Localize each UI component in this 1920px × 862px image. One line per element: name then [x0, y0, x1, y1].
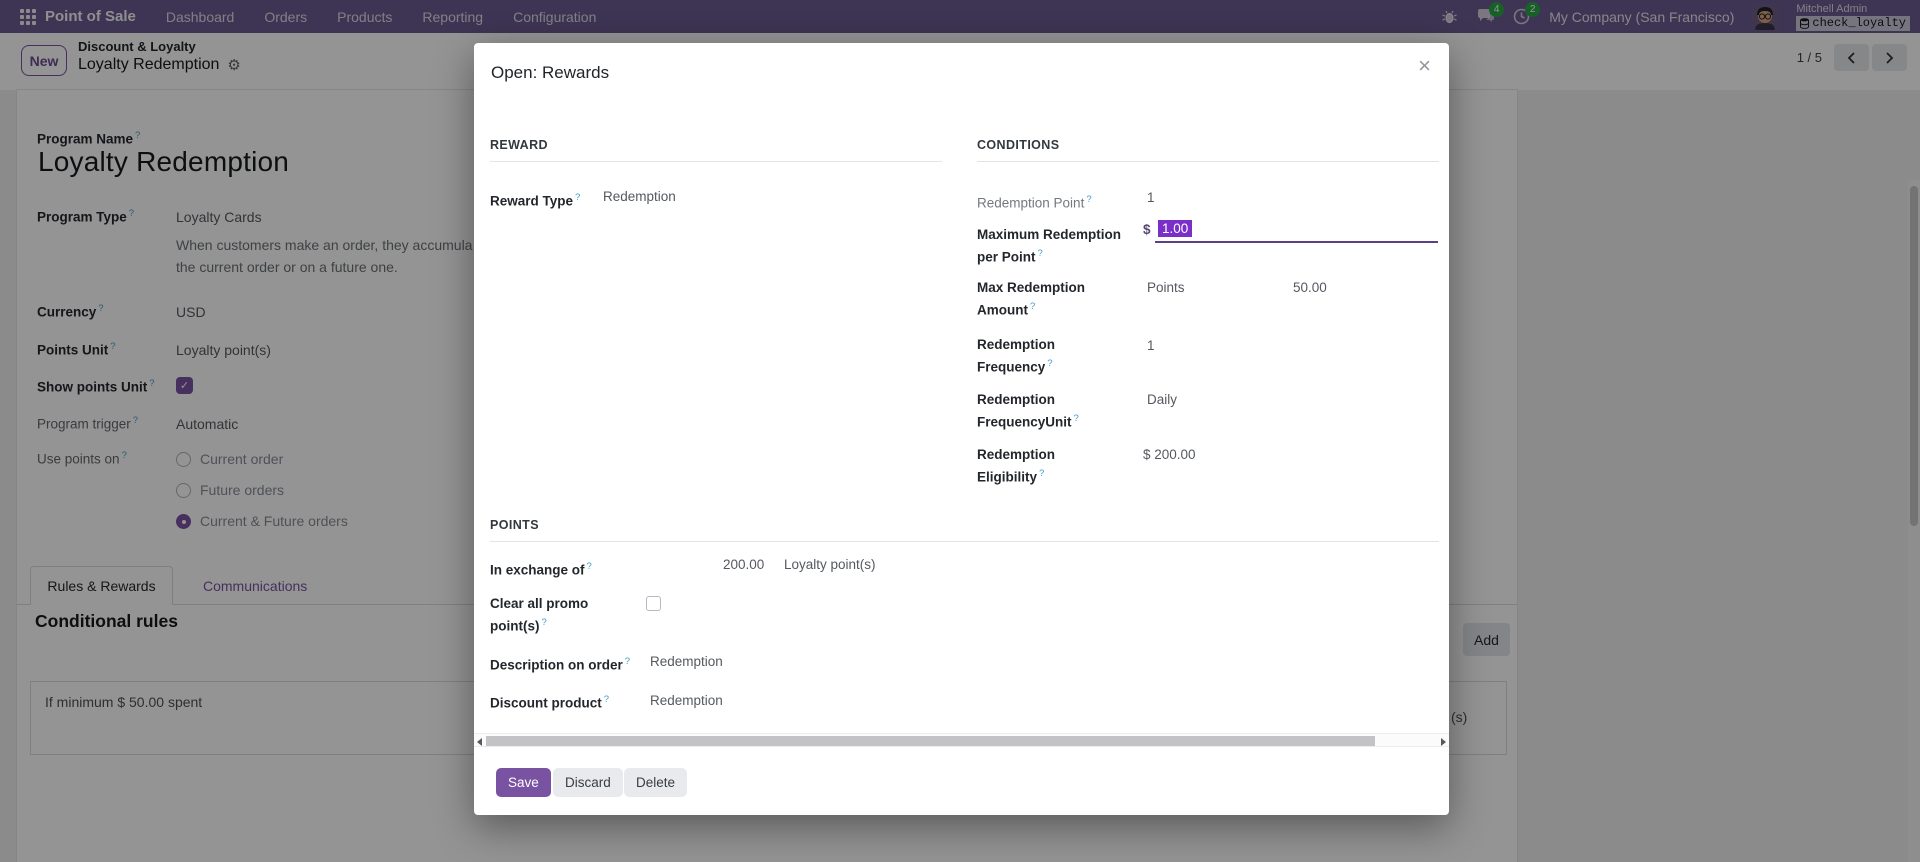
help-icon: ? [542, 617, 547, 628]
redemption-eligibility-label: Redemption Eligibility? [977, 445, 1087, 487]
help-icon: ? [575, 192, 580, 203]
redemption-eligibility-value[interactable]: $ 200.00 [1143, 447, 1196, 462]
screen: Point of Sale Dashboard Orders Products … [0, 0, 1920, 862]
conditions-section-title: CONDITIONS [977, 138, 1439, 162]
description-on-order-value[interactable]: Redemption [650, 654, 723, 669]
description-on-order-label: Description on order? [490, 652, 665, 675]
help-icon: ? [1047, 358, 1052, 369]
modal-horizontal-scrollbar[interactable] [474, 733, 1449, 747]
help-icon: ? [604, 694, 609, 705]
modal-title: Open: Rewards [491, 63, 609, 83]
redemption-frequency-value[interactable]: 1 [1147, 338, 1155, 353]
focused-input-underline [1155, 241, 1438, 243]
reward-type-label: Reward Type? [490, 188, 610, 211]
redemption-frequency-unit-label: Redemption FrequencyUnit? [977, 390, 1112, 432]
clear-all-promo-points-checkbox[interactable] [646, 596, 661, 611]
help-icon: ? [1086, 194, 1091, 205]
points-section-title: POINTS [490, 518, 1439, 542]
redemption-frequency-unit-value[interactable]: Daily [1147, 392, 1177, 407]
delete-button[interactable]: Delete [624, 768, 687, 797]
help-icon: ? [1038, 248, 1043, 259]
redemption-point-value[interactable]: 1 [1147, 190, 1155, 205]
max-redemption-amount-unit[interactable]: Points [1147, 280, 1185, 295]
max-redemption-amount-label: Max Redemption Amount? [977, 278, 1097, 320]
scroll-right-arrow-icon[interactable] [1441, 738, 1446, 746]
in-exchange-of-label: In exchange of? [490, 557, 650, 580]
help-icon: ? [587, 561, 592, 572]
help-icon: ? [1039, 468, 1044, 479]
help-icon: ? [1030, 301, 1035, 312]
rewards-modal: Open: Rewards × REWARD Reward Type? Rede… [474, 43, 1449, 815]
reward-section-title: REWARD [490, 138, 942, 162]
save-button[interactable]: Save [496, 768, 551, 797]
discard-button[interactable]: Discard [553, 768, 623, 797]
help-icon: ? [1074, 413, 1079, 424]
in-exchange-of-unit: Loyalty point(s) [784, 557, 876, 572]
redemption-frequency-label: Redemption Frequency? [977, 335, 1087, 377]
max-redemption-per-point-label: Maximum Redemption per Point? [977, 225, 1132, 267]
discount-product-label: Discount product? [490, 690, 665, 713]
in-exchange-of-value[interactable]: 200.00 [723, 557, 764, 572]
max-redemption-per-point-input[interactable]: 1.00 [1158, 220, 1192, 237]
modal-scrollbar-thumb[interactable] [486, 736, 1375, 746]
currency-symbol: $ [1143, 222, 1151, 237]
clear-all-promo-points-label: Clear all promo point(s)? [490, 594, 598, 636]
max-redemption-amount-value[interactable]: 50.00 [1293, 280, 1327, 295]
reward-type-value[interactable]: Redemption [603, 189, 676, 204]
help-icon: ? [625, 656, 630, 667]
close-icon[interactable]: × [1418, 55, 1431, 77]
scroll-left-arrow-icon[interactable] [477, 738, 482, 746]
discount-product-value[interactable]: Redemption [650, 693, 723, 708]
